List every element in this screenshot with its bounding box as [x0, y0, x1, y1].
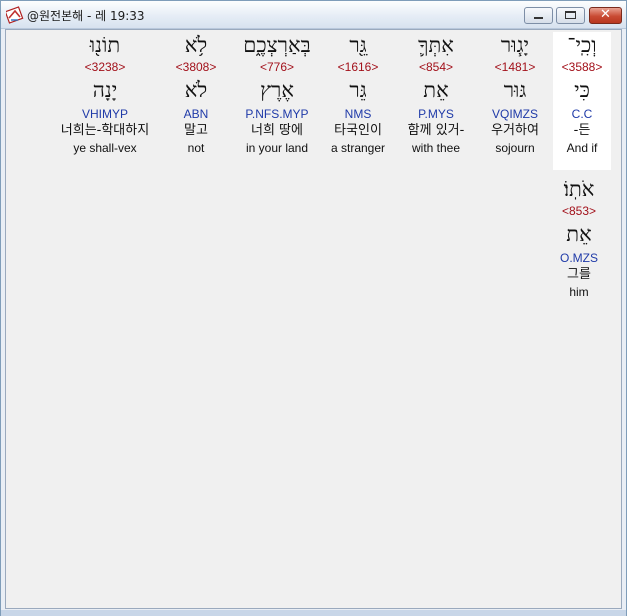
- hebrew-word: אֹתֽוֹ׃: [563, 177, 595, 201]
- hebrew-word: תוֹנ֖וּ: [89, 33, 121, 57]
- hebrew-word: גֵּ֖ר: [349, 33, 367, 57]
- lemma: לֹא: [184, 78, 208, 102]
- korean-gloss: 말고: [184, 123, 208, 138]
- title-bar[interactable]: @원전본해 - 레 19:33 ✕: [1, 1, 626, 29]
- korean-gloss: 그를: [567, 267, 591, 282]
- word-column[interactable]: יָג֧וּר <1481> גּוּר VQIMZS 우거하여 sojourn: [473, 32, 557, 156]
- korean-gloss: 우거하여: [491, 123, 539, 138]
- korean-gloss: 너희는-학대하지: [60, 123, 150, 138]
- app-icon: [6, 6, 24, 24]
- minimize-button[interactable]: [524, 7, 553, 24]
- maximize-button[interactable]: [556, 7, 585, 24]
- word-column[interactable]: תוֹנ֖וּ <3238> יָנָה VHIMYP 너희는-학대하지 ye …: [46, 32, 164, 156]
- close-icon: ✕: [600, 7, 611, 22]
- lemma: אֶרֶץ: [260, 78, 294, 102]
- word-column[interactable]: אִתְּךָ֛ <854> אֵת P.MYS 함께 있거- with the…: [394, 32, 478, 156]
- word-column[interactable]: וְכִֽי־ <3588> כִּי C.C -든 And if: [553, 32, 611, 170]
- word-column[interactable]: לֹ֥א <3808> לֹא ABN 말고 not: [166, 32, 226, 156]
- strong-number[interactable]: <3238>: [46, 60, 164, 75]
- hebrew-word: בְּאַרְצְכֶ֑ם: [243, 33, 311, 57]
- hebrew-word: וְכִֽי־: [567, 33, 597, 57]
- morph-code: ABN: [183, 107, 209, 121]
- lemma: גּוּר: [503, 78, 527, 102]
- minimize-icon: [534, 17, 543, 19]
- strong-number[interactable]: <3588>: [553, 60, 611, 75]
- word-column[interactable]: אֹתֽוֹ׃ <853> אֵת O.MZS 그를 him: [547, 176, 611, 300]
- korean-gloss: 너희 땅에: [251, 123, 303, 138]
- word-column[interactable]: גֵּ֖ר <1616> גֵּר NMS 타국인이 a stranger: [316, 32, 400, 156]
- english-gloss: a stranger: [330, 141, 386, 155]
- morph-code: O.MZS: [560, 251, 598, 265]
- strong-number[interactable]: <1481>: [473, 60, 557, 75]
- lemma: יָנָה: [92, 78, 118, 102]
- word-column[interactable]: בְּאַרְצְכֶ֑ם <776> אֶרֶץ P.NFS.MYP 너희 땅…: [230, 32, 324, 156]
- strong-number[interactable]: <3808>: [166, 60, 226, 75]
- korean-gloss: 함께 있거-: [407, 123, 465, 138]
- english-gloss: ye shall-vex: [73, 141, 137, 155]
- lemma: אֵת: [423, 78, 449, 102]
- hebrew-word: יָג֧וּר: [500, 33, 530, 57]
- window-title: @원전본해 - 레 19:33: [27, 9, 145, 23]
- morph-code: VHIMYP: [81, 107, 128, 121]
- strong-number[interactable]: <853>: [547, 204, 611, 219]
- app-window: @원전본해 - 레 19:33 ✕ וְכִֽי־ <3588> כִּי C.…: [0, 0, 627, 616]
- english-gloss: not: [187, 141, 205, 155]
- strong-number[interactable]: <854>: [394, 60, 478, 75]
- morph-code: C.C: [571, 107, 593, 121]
- morph-code: P.NFS.MYP: [245, 107, 309, 121]
- strong-number[interactable]: <776>: [230, 60, 324, 75]
- english-gloss: sojourn: [495, 141, 535, 155]
- morph-code: VQIMZS: [491, 107, 538, 121]
- lemma: גֵּר: [349, 78, 367, 102]
- english-gloss: him: [569, 285, 589, 299]
- close-button[interactable]: ✕: [589, 7, 622, 24]
- korean-gloss: -든: [573, 123, 591, 138]
- lemma: אֵת: [566, 222, 592, 246]
- hebrew-word: לֹ֥א: [184, 33, 208, 57]
- hebrew-word: אִתְּךָ֛: [418, 33, 454, 57]
- english-gloss: And if: [566, 141, 598, 155]
- korean-gloss: 타국인이: [334, 123, 382, 138]
- interlinear-panel[interactable]: וְכִֽי־ <3588> כִּי C.C -든 And if יָג֧וּ…: [5, 29, 622, 609]
- lemma: כִּי: [574, 78, 590, 102]
- strong-number[interactable]: <1616>: [316, 60, 400, 75]
- english-gloss: in your land: [245, 141, 309, 155]
- maximize-icon: [565, 11, 576, 19]
- morph-code: NMS: [344, 107, 372, 121]
- english-gloss: with thee: [411, 141, 461, 155]
- bottom-border: [1, 610, 626, 616]
- morph-code: P.MYS: [418, 107, 454, 121]
